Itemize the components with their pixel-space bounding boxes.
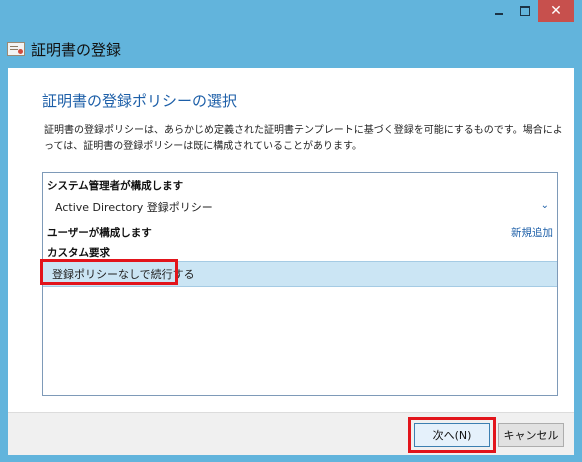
highlight-box-proceed — [40, 259, 178, 285]
policy-item-active-directory[interactable]: Active Directory 登録ポリシー — [55, 199, 213, 215]
maximize-icon — [520, 6, 530, 16]
minimize-button[interactable] — [486, 0, 512, 22]
page-description: 証明書の登録ポリシーは、あらかじめ定義された証明書テンプレートに基づく登録を可能… — [44, 125, 563, 152]
wizard-content: 証明書の登録ポリシーの選択 証明書の登録ポリシーは、あらかじめ定義された証明書テ… — [8, 68, 574, 412]
button-bar: 次へ(N) キャンセル — [8, 412, 574, 455]
group-header-user: ユーザーが構成します — [47, 227, 152, 239]
minimize-icon — [495, 13, 503, 15]
certificate-enrollment-window: ✕ 証明書の登録 証明書の登録ポリシーの選択 証明書の登録ポリシーは、あらかじめ… — [0, 0, 582, 462]
wizard-header: 証明書の登録 — [0, 30, 582, 68]
page-heading: 証明書の登録ポリシーの選択 — [42, 92, 238, 110]
group-header-custom: カスタム要求 — [47, 247, 110, 259]
highlight-box-next — [408, 417, 496, 453]
maximize-button[interactable] — [512, 0, 538, 22]
close-button[interactable]: ✕ — [538, 0, 574, 22]
certificate-icon — [7, 42, 25, 56]
chevron-down-icon[interactable]: ⌄ — [541, 200, 549, 211]
title-bar[interactable]: ✕ — [0, 0, 582, 30]
policy-list[interactable]: システム管理者が構成します Active Directory 登録ポリシー ⌄ … — [40, 172, 558, 396]
group-header-admin: システム管理者が構成します — [47, 180, 184, 192]
wizard-title: 証明書の登録 — [31, 40, 122, 59]
add-new-link[interactable]: 新規追加 — [511, 225, 553, 240]
proceed-without-policy-item[interactable]: 登録ポリシーなしで続行する — [40, 259, 557, 287]
close-icon: ✕ — [550, 3, 562, 19]
cancel-button[interactable]: キャンセル — [498, 423, 564, 447]
